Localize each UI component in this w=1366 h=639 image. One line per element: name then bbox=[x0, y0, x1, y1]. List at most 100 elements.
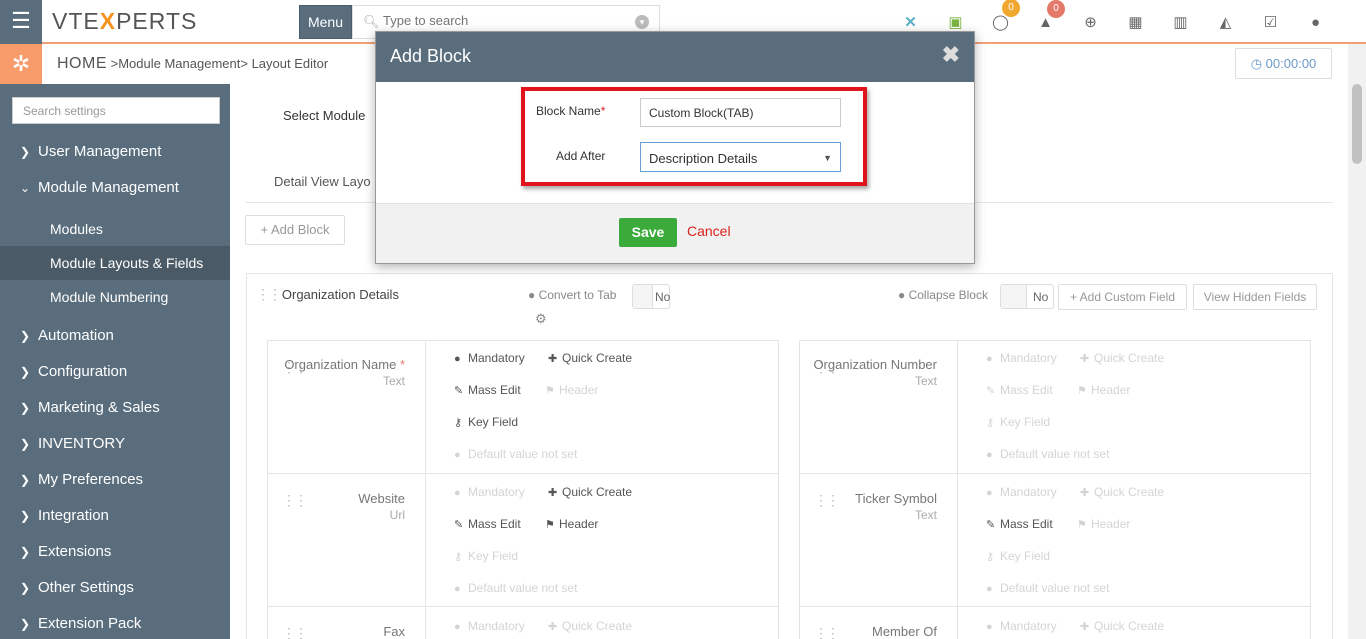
info-icon: ● bbox=[454, 621, 461, 633]
sidebar-subitem-module-layouts-fields[interactable]: Module Layouts & Fields bbox=[0, 246, 230, 280]
flag-icon: ⚑ bbox=[1077, 519, 1087, 531]
field-name: Website Url bbox=[358, 491, 405, 522]
plus-icon: ✚ bbox=[1080, 353, 1090, 365]
edit-icon: ✎ bbox=[454, 385, 464, 397]
info-icon: ● bbox=[986, 487, 993, 499]
view-hidden-fields-button[interactable]: View Hidden Fields bbox=[1193, 284, 1317, 310]
sidebar-subitem-module-numbering[interactable]: Module Numbering bbox=[0, 280, 230, 314]
info-icon: ● bbox=[454, 487, 461, 499]
mandatory-option[interactable]: ● Mandatory bbox=[454, 351, 525, 365]
breadcrumb-module-management[interactable]: Module Management bbox=[118, 56, 240, 71]
scrollbar-thumb[interactable] bbox=[1352, 84, 1362, 164]
sidebar-item-configuration[interactable]: ❯ Configuration bbox=[0, 354, 230, 390]
menu-button[interactable]: Menu bbox=[299, 5, 352, 39]
quick-create-option[interactable]: ✚ Quick Create bbox=[1080, 485, 1164, 499]
settings-gear-icon[interactable]: ✲ bbox=[0, 44, 42, 84]
default-value-option[interactable]: ● Default value not set bbox=[454, 581, 577, 595]
mass-edit-option[interactable]: ✎ Mass Edit bbox=[986, 517, 1053, 531]
add-block-button[interactable]: + Add Block bbox=[245, 215, 345, 245]
mass-edit-option[interactable]: ✎ Mass Edit bbox=[986, 383, 1053, 397]
sidebar-item-my-preferences[interactable]: ❯ My Preferences bbox=[0, 462, 230, 498]
settings-search-input[interactable]: Search settings bbox=[12, 97, 220, 124]
settings-sidebar: Search settings ❯ User Management ⌄ Module… bbox=[0, 84, 230, 639]
chat-icon[interactable]: ◯ 0 bbox=[978, 0, 1023, 31]
mandatory-option[interactable]: ● Mandatory bbox=[986, 485, 1057, 499]
sidebar-item-automation[interactable]: ❯ Automation bbox=[0, 318, 230, 354]
cancel-link[interactable]: Cancel bbox=[687, 223, 731, 239]
key-field-option[interactable]: ⚷ Key Field bbox=[454, 415, 518, 429]
calendar-check-icon[interactable]: ▣ bbox=[933, 13, 978, 31]
tab-detail-view-layout[interactable]: Detail View Layo bbox=[274, 174, 371, 189]
quick-create-option[interactable]: ✚ Quick Create bbox=[1080, 351, 1164, 365]
chevron-right-icon: ❯ bbox=[20, 329, 31, 343]
sidebar-subitem-modules[interactable]: Modules bbox=[0, 212, 230, 246]
close-icon[interactable]: ✖ bbox=[942, 42, 960, 68]
default-value-option[interactable]: ● Default value not set bbox=[454, 447, 577, 461]
gear-icon[interactable]: ⚙ bbox=[535, 311, 547, 327]
field-name: Ticker Symbol Text bbox=[855, 491, 937, 522]
timer-button[interactable]: ◷ 00:00:00 bbox=[1235, 48, 1332, 79]
sidebar-item-inventory[interactable]: ❯ INVENTORY bbox=[0, 426, 230, 462]
drag-handle-icon[interactable]: ⋮⋮ bbox=[256, 286, 282, 302]
info-icon: ● bbox=[454, 353, 461, 365]
mandatory-option[interactable]: ● Mandatory bbox=[986, 351, 1057, 365]
flag-icon: ⚑ bbox=[545, 519, 555, 531]
collapse-block-toggle[interactable]: No bbox=[1000, 284, 1054, 309]
quick-create-option[interactable]: ✚ Quick Create bbox=[548, 485, 632, 499]
chevron-right-icon: ❯ bbox=[20, 473, 31, 487]
key-field-option[interactable]: ⚷ Key Field bbox=[454, 549, 518, 563]
key-field-option[interactable]: ⚷ Key Field bbox=[986, 415, 1050, 429]
default-value-option[interactable]: ● Default value not set bbox=[986, 447, 1109, 461]
key-field-option[interactable]: ⚷ Key Field bbox=[986, 549, 1050, 563]
mandatory-option[interactable]: ● Mandatory bbox=[986, 619, 1057, 633]
sidebar-item-marketing-sales[interactable]: ❯ Marketing & Sales bbox=[0, 390, 230, 426]
chevron-down-icon: ⌄ bbox=[20, 181, 31, 195]
bar-chart-icon[interactable]: ▥ bbox=[1158, 13, 1203, 31]
calendar-icon[interactable]: ▦ bbox=[1113, 13, 1158, 31]
mandatory-option[interactable]: ● Mandatory bbox=[454, 619, 525, 633]
header-option[interactable]: ⚑ Header bbox=[1077, 383, 1130, 397]
chevron-right-icon: ❯ bbox=[20, 401, 31, 415]
global-search-input[interactable] bbox=[383, 13, 623, 28]
info-icon: ● bbox=[454, 449, 461, 461]
sidebar-item-extension-pack[interactable]: ❯ Extension Pack bbox=[0, 606, 230, 639]
mandatory-option[interactable]: ● Mandatory bbox=[454, 485, 525, 499]
mass-edit-option[interactable]: ✎ Mass Edit bbox=[454, 517, 521, 531]
sidebar-item-user-management[interactable]: ❯ User Management bbox=[0, 134, 230, 170]
vtexperts-icon[interactable]: ✕ bbox=[888, 13, 933, 31]
header-option[interactable]: ⚑ Header bbox=[545, 383, 598, 397]
tasks-icon[interactable]: ☑ bbox=[1248, 13, 1293, 31]
quick-create-option[interactable]: ✚ Quick Create bbox=[548, 619, 632, 633]
edit-icon: ✎ bbox=[986, 385, 996, 397]
area-chart-icon[interactable]: ◭ bbox=[1203, 13, 1248, 31]
plus-circle-icon[interactable]: ⊕ bbox=[1068, 13, 1113, 31]
sidebar-item-other-settings[interactable]: ❯ Other Settings bbox=[0, 570, 230, 606]
chevron-right-icon: ❯ bbox=[20, 145, 31, 159]
chevron-down-icon[interactable]: ▾ bbox=[635, 15, 649, 29]
quick-create-option[interactable]: ✚ Quick Create bbox=[548, 351, 632, 365]
hamburger-icon[interactable]: ☰ bbox=[0, 0, 42, 44]
save-button[interactable]: Save bbox=[619, 218, 677, 247]
header-option[interactable]: ⚑ Header bbox=[1077, 517, 1130, 531]
sidebar-item-module-management[interactable]: ⌄ Module Management bbox=[0, 170, 230, 206]
notification-badge: 0 bbox=[1047, 0, 1065, 18]
quick-create-option[interactable]: ✚ Quick Create bbox=[1080, 619, 1164, 633]
key-icon: ⚷ bbox=[454, 417, 463, 429]
page-scrollbar[interactable] bbox=[1348, 44, 1366, 639]
chevron-right-icon: ❯ bbox=[20, 581, 31, 595]
mass-edit-option[interactable]: ✎ Mass Edit bbox=[454, 383, 521, 397]
sidebar-item-integration[interactable]: ❯ Integration bbox=[0, 498, 230, 534]
add-custom-field-button[interactable]: + Add Custom Field bbox=[1058, 284, 1187, 310]
breadcrumb-home[interactable]: HOME bbox=[57, 55, 107, 72]
plus-icon: ✚ bbox=[1080, 621, 1090, 633]
app-logo[interactable]: VTEXPERTS bbox=[52, 8, 197, 35]
default-value-option[interactable]: ● Default value not set bbox=[986, 581, 1109, 595]
header-option[interactable]: ⚑ Header bbox=[545, 517, 598, 531]
sidebar-item-extensions[interactable]: ❯ Extensions bbox=[0, 534, 230, 570]
info-icon: ● bbox=[528, 288, 539, 302]
convert-to-tab-toggle[interactable]: No bbox=[632, 284, 670, 309]
bell-icon[interactable]: ▲ 0 bbox=[1023, 0, 1068, 31]
field-name: Member Of bbox=[871, 624, 937, 639]
plus-icon: ✚ bbox=[1080, 487, 1090, 499]
user-icon[interactable]: ● bbox=[1293, 14, 1338, 31]
